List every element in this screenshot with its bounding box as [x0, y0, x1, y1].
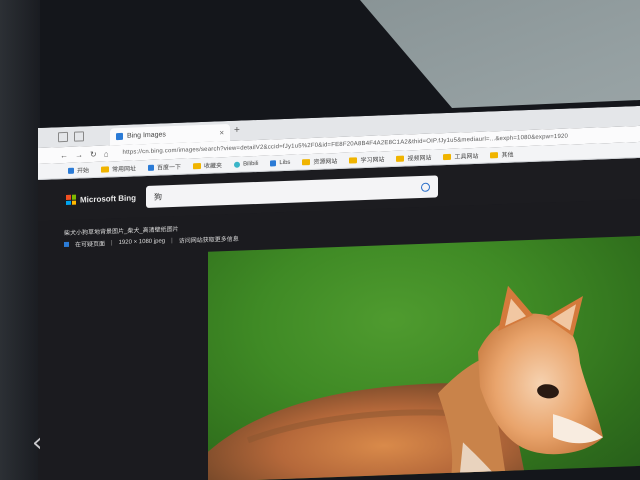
folder-icon — [443, 153, 452, 160]
home-icon[interactable]: ⌂ — [104, 149, 109, 158]
tab-actions-icon[interactable] — [74, 131, 84, 142]
bookmark-item[interactable]: 工具网站 — [443, 151, 478, 161]
bookmark-label: Bilibili — [243, 160, 259, 167]
bookmark-item[interactable]: 百度一下 — [148, 162, 181, 172]
bookmark-label: 资源网站 — [313, 159, 338, 166]
microsoft-bing-logo[interactable]: Microsoft Bing — [66, 192, 136, 205]
bookmark-label: 百度一下 — [157, 164, 182, 172]
bookmark-label: 工具网站 — [454, 153, 479, 161]
search-query: 狗 — [154, 191, 162, 202]
window-controls — [58, 131, 84, 143]
globe-icon — [234, 161, 241, 168]
bookmark-label: Libs — [279, 159, 291, 166]
search-input[interactable]: 狗 — [146, 175, 438, 209]
folder-icon — [101, 165, 110, 173]
visual-search-icon[interactable] — [421, 182, 430, 192]
previous-image-arrow-icon[interactable]: ‹ — [32, 428, 42, 458]
refresh-icon[interactable]: ↻ — [90, 149, 97, 158]
bookmark-item[interactable]: 视频网站 — [396, 153, 431, 163]
photo: Bing Images × + ← → ↻ ⌂ https://cn.bing.… — [0, 0, 640, 480]
folder-icon — [193, 162, 202, 169]
bookmark-item[interactable]: 常用网址 — [101, 163, 136, 173]
tab-title: Bing Images — [127, 131, 166, 140]
forward-icon[interactable]: → — [75, 150, 83, 159]
folder-icon — [490, 151, 499, 158]
shiba-dog-image — [208, 285, 603, 480]
image-preview[interactable] — [208, 234, 640, 480]
bookmark-item[interactable]: Bilibili — [234, 160, 259, 168]
nav-buttons: ← → ↻ ⌂ — [38, 149, 109, 161]
bing-favicon-icon — [116, 132, 123, 141]
bookmark-label: 开始 — [77, 168, 90, 175]
image-title[interactable]: 柴犬小狗草地背景图片_柴犬_高清壁纸图片 — [64, 224, 179, 237]
bookmark-item[interactable]: 收藏夹 — [193, 160, 222, 170]
folder-icon — [396, 155, 405, 162]
bookmark-label: 视频网站 — [407, 155, 432, 163]
monitor-screen: Bing Images × + ← → ↻ ⌂ https://cn.bing.… — [38, 105, 640, 480]
page-icon — [148, 164, 155, 171]
brand-name: Microsoft Bing — [80, 192, 136, 204]
bookmark-label: 收藏夹 — [204, 163, 223, 170]
folder-icon — [302, 158, 311, 165]
page-icon — [270, 159, 277, 166]
new-tab-button[interactable]: + — [234, 125, 240, 136]
tab-close-icon[interactable]: × — [219, 128, 224, 137]
bookmark-item[interactable]: 资源网站 — [302, 156, 337, 166]
source-icon — [64, 241, 69, 248]
bookmark-label: 其他 — [501, 152, 514, 160]
bookmark-item[interactable]: Libs — [270, 159, 290, 166]
monitor-edge — [0, 0, 40, 480]
folder-icon — [349, 156, 358, 164]
windows-icon — [68, 167, 74, 174]
visit-site-link[interactable]: 访问网站获取更多信息 — [179, 234, 239, 245]
bookmark-label: 学习网站 — [360, 157, 385, 165]
bookmark-item[interactable]: 其他 — [490, 150, 514, 160]
back-icon[interactable]: ← — [60, 150, 68, 159]
bookmark-item[interactable]: 学习网站 — [349, 154, 384, 164]
window-menu-icon[interactable] — [58, 131, 68, 143]
bookmark-label: 常用网址 — [112, 166, 137, 174]
image-size: 1920 × 1080 jpeg — [118, 237, 166, 246]
microsoft-logo-icon — [66, 194, 76, 205]
bookmark-item[interactable]: 开始 — [68, 165, 89, 175]
image-source[interactable]: 在可疑页面 — [75, 239, 105, 249]
